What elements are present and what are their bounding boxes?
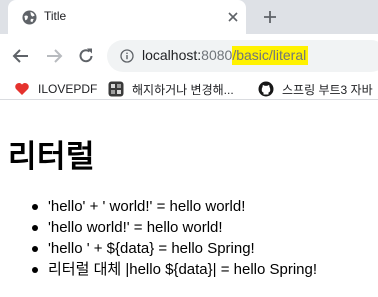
list-item: 'hello' + ' world!' = hello world!: [31, 196, 317, 217]
forward-arrow-icon[interactable]: [44, 46, 64, 66]
address-bar[interactable]: localhost:8080/basic/literal: [107, 40, 378, 72]
bookmark-cancel-change[interactable]: 해지하거나 변경해...: [108, 80, 234, 98]
bookmark-label: 해지하거나 변경해...: [132, 82, 234, 97]
literal-list: 'hello' + ' world!' = hello world! 'hell…: [31, 196, 318, 280]
tab-strip: Title: [0, 0, 378, 34]
url-port: 8080: [201, 47, 233, 63]
new-tab-icon[interactable]: [262, 9, 278, 25]
tab-title: Title: [44, 9, 67, 23]
browser-tab[interactable]: Title: [8, 0, 246, 34]
info-icon[interactable]: [120, 49, 134, 63]
url-path-highlighted: /basic/literal: [232, 46, 309, 65]
heart-icon: [15, 83, 29, 95]
list-item: 'hello world!' = hello world!: [31, 217, 317, 238]
list-item: 'hello ' + ${data} = hello Spring!: [31, 238, 317, 259]
url-host: localhost:: [142, 47, 202, 63]
github-icon: [258, 81, 274, 97]
list-item: 리터럴 대체 |hello ${data}| = hello Spring!: [31, 261, 318, 278]
bookmark-label: ILOVEPDF: [38, 82, 98, 96]
page-title: 리터럴: [8, 139, 96, 175]
app-icon: [108, 81, 124, 97]
reload-icon[interactable]: [76, 46, 96, 66]
toolbar: localhost:8080/basic/literal: [0, 34, 378, 78]
bookmark-spring-boot[interactable]: 스프링 부트3 자바: [258, 80, 373, 98]
bookmark-label: 스프링 부트3 자바: [282, 82, 373, 97]
bookmarks-bar: ILOVEPDF 해지하거나 변경해... 스프링 부트3 자바: [0, 78, 378, 100]
bookmark-ilovepdf[interactable]: ILOVEPDF: [14, 80, 97, 98]
back-arrow-icon[interactable]: [11, 46, 31, 66]
url-text: localhost:8080/basic/literal: [142, 46, 309, 65]
globe-icon: [22, 10, 37, 25]
close-icon[interactable]: [225, 9, 241, 25]
